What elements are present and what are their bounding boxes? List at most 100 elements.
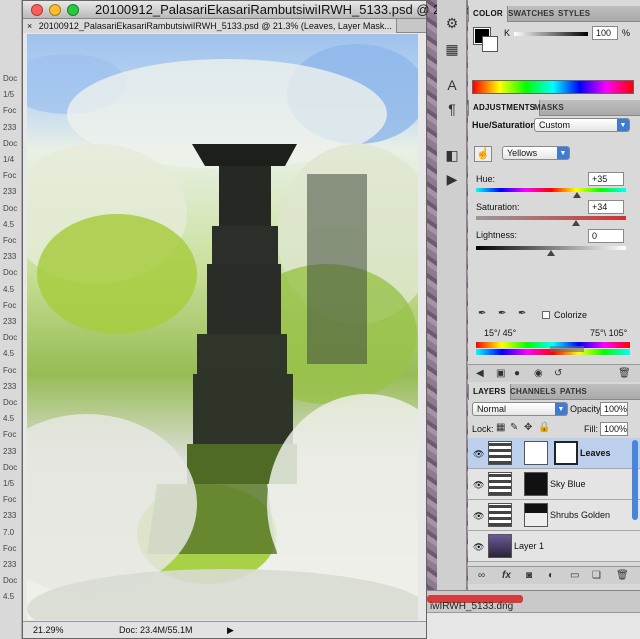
layer-row-layer-1[interactable]: 👁 Layer 1 [468,531,640,562]
tab-color[interactable]: COLOR [468,6,508,22]
close-button[interactable] [31,4,43,16]
eye-icon[interactable]: 👁 [473,542,484,553]
reset-icon[interactable]: ↺ [554,368,562,379]
document-canvas[interactable] [27,34,418,620]
layer-row-leaves[interactable]: 👁 Leaves [468,438,640,469]
background-text-line: 233 [3,560,17,569]
eye-icon[interactable]: 👁 [473,449,484,460]
range-selector[interactable] [550,346,584,352]
opacity-field[interactable]: 100% [600,402,628,416]
character-icon[interactable]: A [443,76,461,94]
tab-layers[interactable]: LAYERS [468,384,511,400]
status-menu-arrow-icon[interactable]: ▶ [227,625,234,636]
saturation-thumb[interactable] [572,220,580,226]
adjustment-thumbnail [488,503,512,527]
mask-icon[interactable]: ◙ [526,570,532,581]
range-left-label: 15°/ 45° [484,328,517,338]
hue-thumb[interactable] [573,192,581,198]
color-icon[interactable]: ⚙ [443,14,461,32]
link-icon[interactable]: ∞ [478,570,485,581]
lightness-thumb[interactable] [547,250,555,256]
back-icon[interactable]: ◀ [476,368,484,379]
background-text-line: Doc [3,74,18,83]
saturation-field[interactable]: +34 [588,200,624,214]
window-title: 20100912_PalasariEkasariRambutsiwiIRWH_5… [95,2,489,17]
background-color-swatch[interactable] [482,36,498,52]
fx-icon[interactable]: fx [502,570,511,581]
visibility-icon[interactable]: ● [514,368,520,379]
swatches-icon[interactable]: ▦ [443,40,461,58]
adjustment-icon[interactable]: ◐ [548,570,554,581]
group-icon[interactable]: ▭ [570,570,579,581]
color-spectrum[interactable] [472,80,634,94]
k-slider[interactable] [514,32,588,36]
opacity-label: Opacity: [570,404,604,414]
document-tab-label: 20100912_PalasariEkasariRambutsiwiIRWH_5… [38,21,392,31]
background-document-tab[interactable]: iwIRWH_5133.dng [427,590,640,612]
vector-mask-thumbnail[interactable] [554,441,578,465]
document-tab[interactable]: × 20100912_PalasariEkasariRambutsiwiIRWH… [23,19,397,33]
layer-row-shrubs-golden[interactable]: 👁 Shrubs Golden [468,500,640,531]
tab-masks[interactable]: MASKS [530,100,568,116]
colorize-checkbox[interactable] [542,311,550,319]
clip-icon[interactable]: ▣ [496,368,505,379]
fill-field[interactable]: 100% [600,422,628,436]
lock-all-icon[interactable]: 🔒 [538,422,550,433]
tab-paths[interactable]: PATHS [556,384,591,400]
adjustments-panel-tabs: ADJUSTMENTS MASKS [468,100,640,116]
lock-image-icon[interactable]: ✎ [510,422,518,433]
close-tab-icon[interactable]: × [27,21,32,31]
eye-icon[interactable]: 👁 [473,511,484,522]
layer-name: Shrubs Golden [550,510,611,520]
minimize-button[interactable] [49,4,61,16]
layers-scrollbar[interactable] [632,440,638,520]
hue-field[interactable]: +35 [588,172,624,186]
tab-styles[interactable]: STYLES [554,6,594,22]
layer-mask-thumbnail[interactable] [524,441,548,465]
view-previous-icon[interactable]: ◉ [534,368,543,379]
background-window-footer [427,612,640,639]
hue-slider[interactable] [476,188,626,192]
navigator-icon[interactable]: ▶ [443,170,461,188]
zoom-level[interactable]: 21.29% [33,625,64,635]
new-layer-icon[interactable]: ❏ [592,570,601,581]
eye-icon[interactable]: 👁 [473,480,484,491]
layer-mask-thumbnail[interactable] [524,503,548,527]
channel-dropdown[interactable]: Yellows ▼ [502,146,570,160]
layer-row-sky-blue[interactable]: 👁 Sky Blue [468,469,640,500]
background-text-line: Doc [3,268,18,278]
background-text-line: 4.5 [3,414,15,424]
preset-dropdown[interactable]: Custom ▼ [534,118,630,132]
background-text-line: Foc [3,171,17,181]
document-window: 20100912_PalasariEkasariRambutsiwiIRWH_5… [22,0,489,639]
color-panel-tabs: COLOR SWATCHES STYLES [468,6,640,22]
eyedropper-icon[interactable]: ✒ [478,308,486,319]
lock-position-icon[interactable]: ✥ [524,422,532,433]
eyedropper-minus-icon[interactable]: ✒ [518,308,526,319]
background-text-line: 4.5 [3,219,15,229]
zoom-button[interactable] [67,4,79,16]
eyedropper-plus-icon[interactable]: ✒ [498,308,506,319]
range-right-label: 75°\ 105° [590,328,628,338]
window-titlebar[interactable]: 20100912_PalasariEkasariRambutsiwiIRWH_5… [23,1,489,19]
delete-adjustment-icon[interactable]: 🗑 [618,368,631,379]
layer-mask-thumbnail[interactable] [524,472,548,496]
lock-transparent-icon[interactable]: ▦ [496,422,505,433]
trash-icon[interactable]: 🗑 [616,570,629,581]
paragraph-icon[interactable]: ¶ [443,100,461,118]
tab-swatches[interactable]: SWATCHES [504,6,558,22]
background-text-line: 4.5 [3,592,15,602]
lightness-field[interactable]: 0 [588,229,624,243]
background-text-line: Foc [3,300,17,310]
targeted-adjustment-icon[interactable]: ☝ [474,146,492,162]
background-text-line: Foc [3,236,17,245]
canvas-image [27,44,418,620]
saturation-label: Saturation: [476,202,520,212]
adjustment-tool-icon[interactable]: ◧ [443,146,461,164]
background-text-line: Doc [3,138,18,148]
k-value-field[interactable]: 100 [592,26,618,40]
channel-value: Yellows [507,148,538,158]
blend-mode-dropdown[interactable]: Normal ▼ [472,402,568,416]
saturation-slider[interactable] [476,216,626,220]
tab-channels[interactable]: CHANNELS [506,384,560,400]
